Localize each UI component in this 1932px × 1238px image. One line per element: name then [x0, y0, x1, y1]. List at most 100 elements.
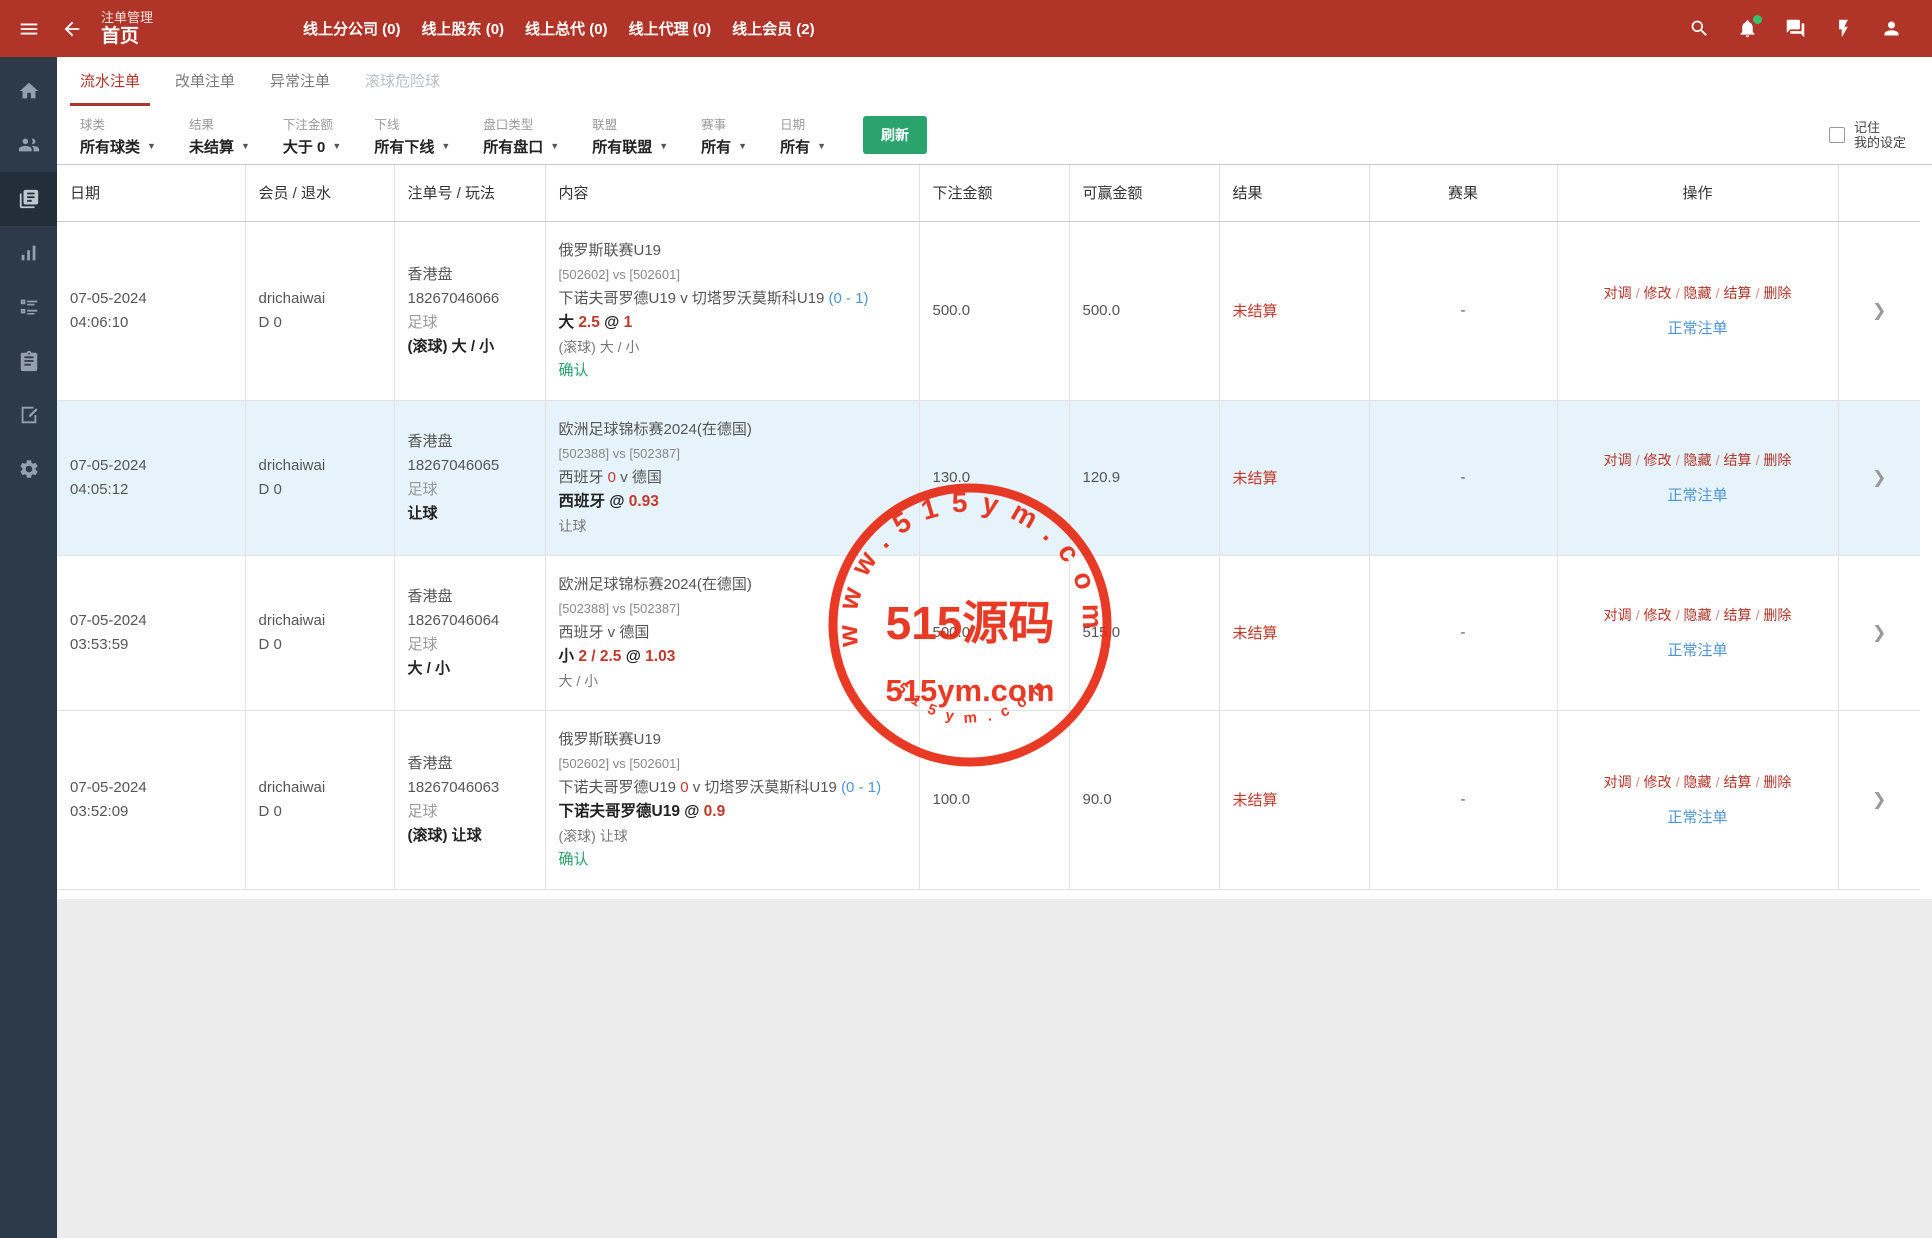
tab[interactable]: 改单注单 — [165, 57, 245, 106]
sidebar-item-settings[interactable] — [0, 442, 57, 496]
filter-dropdown[interactable]: 结果 未结算 ▼ — [189, 114, 250, 157]
cell-result: 未结算 — [1219, 221, 1369, 400]
home-team: 西班牙 — [559, 469, 608, 486]
chevron-down-icon: ▼ — [550, 141, 559, 151]
tab[interactable]: 滚球危险球 — [355, 57, 450, 106]
member-name: drichaiwai — [259, 778, 381, 798]
filter-dropdown[interactable]: 联盟 所有联盟 ▼ — [592, 114, 668, 157]
remember-checkbox[interactable] — [1829, 127, 1845, 143]
row-expand-chevron[interactable]: ❯ — [1872, 790, 1886, 809]
cell-bet-amount: 500.0 — [919, 221, 1069, 400]
column-header: 赛果 — [1369, 165, 1557, 221]
filter-dropdown[interactable]: 盘口类型 所有盘口 ▼ — [483, 114, 559, 157]
action-link[interactable]: 隐藏 — [1676, 607, 1712, 623]
messages-button[interactable] — [1785, 18, 1806, 39]
action-link[interactable]: 隐藏 — [1676, 774, 1712, 790]
bet-date: 07-05-2024 — [70, 456, 232, 476]
column-header: 日期 — [57, 165, 245, 221]
remember-settings[interactable]: 记住 我的设定 — [1829, 120, 1906, 150]
sidebar-item-bet-orders[interactable] — [0, 172, 57, 226]
row-expand-chevron[interactable]: ❯ — [1872, 301, 1886, 320]
away-team: 切塔罗沃莫斯科U19 — [692, 290, 829, 307]
action-link[interactable]: 修改 — [1636, 285, 1672, 301]
row-expand-chevron[interactable]: ❯ — [1872, 623, 1886, 642]
filter-dropdown[interactable]: 赛事 所有 ▼ — [701, 114, 747, 157]
filter-dropdown[interactable]: 下线 所有下线 ▼ — [374, 114, 450, 157]
account-button[interactable] — [1881, 18, 1902, 39]
sidebar-item-reports[interactable] — [0, 280, 57, 334]
action-link[interactable]: 删除 — [1756, 774, 1792, 790]
action-link[interactable]: 结算 — [1716, 452, 1752, 468]
normal-order-link[interactable]: 正常注单 — [1571, 639, 1825, 660]
back-button[interactable] — [61, 18, 83, 40]
action-link[interactable]: 对调 — [1604, 774, 1632, 790]
cell-bet-amount: 130.0 — [919, 400, 1069, 555]
refresh-button[interactable]: 刷新 — [863, 116, 927, 154]
filter-dropdown[interactable]: 球类 所有球类 ▼ — [80, 114, 156, 157]
sidebar-item-home[interactable] — [0, 64, 57, 118]
action-link[interactable]: 结算 — [1716, 774, 1752, 790]
column-header: 操作 — [1557, 165, 1838, 221]
tab[interactable]: 异常注单 — [260, 57, 340, 106]
menu-button[interactable] — [0, 18, 57, 40]
action-link[interactable]: 修改 — [1636, 774, 1672, 790]
notifications-button[interactable] — [1737, 18, 1758, 39]
sidebar-item-users[interactable] — [0, 118, 57, 172]
cell-win-amount: 515.0 — [1069, 555, 1219, 710]
bet-amount: 500.0 — [933, 302, 971, 319]
away-team: 德国 — [632, 469, 662, 486]
tab[interactable]: 流水注单 — [70, 57, 150, 106]
filter-value: 所有下线 ▼ — [374, 136, 450, 157]
column-header: 注单号 / 玩法 — [394, 165, 545, 221]
table-row: 07-05-2024 03:52:09 drichaiwai D 0 香港盘 1… — [57, 710, 1920, 889]
quick-actions-button[interactable] — [1833, 18, 1854, 39]
sidebar — [0, 57, 57, 1238]
tab-label: 异常注单 — [270, 70, 330, 91]
top-nav-link[interactable]: 线上股东 (0) — [422, 18, 505, 39]
selection-line: 大 2.5 @ 1 — [559, 313, 906, 333]
filter-dropdown[interactable]: 下注金额 大于 0 ▼ — [283, 114, 341, 157]
action-link[interactable]: 修改 — [1636, 607, 1672, 623]
filter-dropdown[interactable]: 日期 所有 ▼ — [780, 114, 826, 157]
tab-label: 流水注单 — [80, 70, 140, 91]
sidebar-item-clipboard[interactable] — [0, 334, 57, 388]
sidebar-item-stats[interactable] — [0, 226, 57, 280]
score-link[interactable]: (0 - 1) — [841, 779, 881, 796]
action-link[interactable]: 隐藏 — [1676, 285, 1712, 301]
action-link[interactable]: 删除 — [1756, 607, 1792, 623]
search-button[interactable] — [1689, 18, 1710, 39]
action-link[interactable]: 删除 — [1756, 452, 1792, 468]
filter-value: 所有盘口 ▼ — [483, 136, 559, 157]
row-expand-chevron[interactable]: ❯ — [1872, 468, 1886, 487]
bet-amount: 500.0 — [933, 624, 971, 641]
action-link[interactable]: 隐藏 — [1676, 452, 1712, 468]
action-link[interactable]: 对调 — [1604, 607, 1632, 623]
match-result: - — [1461, 469, 1466, 486]
sidebar-item-notes[interactable] — [0, 388, 57, 442]
action-link[interactable]: 结算 — [1716, 285, 1752, 301]
action-link[interactable]: 删除 — [1756, 285, 1792, 301]
cell-bet-amount: 500.0 — [919, 555, 1069, 710]
action-link[interactable]: 对调 — [1604, 285, 1632, 301]
confirm-link[interactable]: 确认 — [559, 850, 906, 870]
normal-order-link[interactable]: 正常注单 — [1571, 806, 1825, 827]
top-nav-link[interactable]: 线上代理 (0) — [629, 18, 712, 39]
top-nav-link[interactable]: 线上总代 (0) — [525, 18, 608, 39]
cell-win-amount: 500.0 — [1069, 221, 1219, 400]
normal-order-link[interactable]: 正常注单 — [1571, 317, 1825, 338]
confirm-link[interactable]: 确认 — [559, 361, 906, 381]
action-link[interactable]: 结算 — [1716, 607, 1752, 623]
top-nav-link[interactable]: 线上会员 (2) — [732, 18, 815, 39]
action-link[interactable]: 修改 — [1636, 452, 1672, 468]
top-nav-link[interactable]: 线上分公司 (0) — [303, 18, 401, 39]
action-link[interactable]: 对调 — [1604, 452, 1632, 468]
users-icon — [18, 134, 40, 156]
filter-value: 未结算 ▼ — [189, 136, 250, 157]
member-rebate: D 0 — [259, 635, 381, 655]
normal-order-link[interactable]: 正常注单 — [1571, 484, 1825, 505]
score-link[interactable]: (0 - 1) — [829, 290, 869, 307]
column-header: 可赢金额 — [1069, 165, 1219, 221]
chevron-down-icon: ▼ — [241, 141, 250, 151]
cell-content: 俄罗斯联赛U19 [502602] vs [502601] 下诺夫哥罗德U19 … — [545, 710, 919, 889]
cell-date: 07-05-2024 04:06:10 — [57, 221, 245, 400]
